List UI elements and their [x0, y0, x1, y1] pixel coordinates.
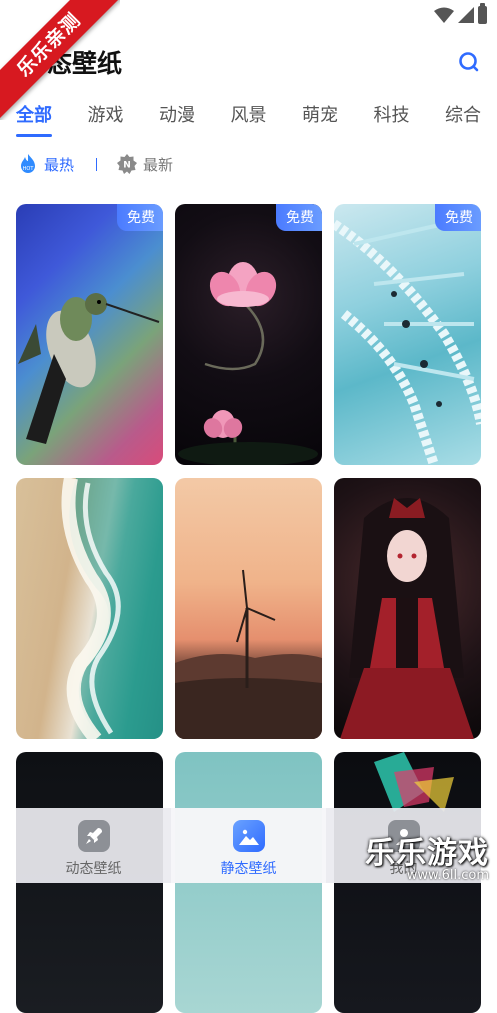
- tab-anime[interactable]: 动漫: [159, 101, 195, 137]
- wifi-icon: [434, 7, 454, 23]
- wallpaper-card-hummingbird[interactable]: 免费: [16, 204, 163, 465]
- beach-wave-image: [61, 478, 163, 739]
- free-badge: 免费: [435, 204, 481, 231]
- search-button[interactable]: [457, 50, 481, 74]
- search-icon: [459, 52, 479, 72]
- nav-live-wallpaper[interactable]: 动态壁纸: [16, 808, 171, 883]
- nav-static-wallpaper-label: 静态壁纸: [220, 861, 277, 877]
- watermark: 乐乐游戏 www.6ll.com: [365, 828, 489, 883]
- sort-hot[interactable]: HOT 最热: [18, 153, 74, 175]
- sort-row: HOT 最热 N 最新: [18, 152, 173, 176]
- nav-live-wallpaper-label: 动态壁纸: [65, 861, 122, 877]
- sort-hot-label: 最热: [44, 155, 75, 174]
- sort-new-label: 最新: [143, 155, 174, 174]
- svg-text:HOT: HOT: [23, 166, 35, 172]
- signal-icon: [458, 7, 474, 23]
- image-icon: [232, 820, 265, 852]
- tab-tech[interactable]: 科技: [374, 101, 410, 137]
- wallpaper-card-wind-turbine[interactable]: [175, 478, 322, 739]
- wallpaper-card-dna[interactable]: 免费: [334, 204, 481, 465]
- battery-icon: [478, 3, 487, 24]
- hummingbird-image: [18, 293, 160, 444]
- lotus-image: [178, 262, 318, 465]
- new-badge-icon: N: [117, 154, 138, 174]
- tab-general[interactable]: 综合: [445, 101, 481, 137]
- ribbon-label: 乐乐亲测: [0, 0, 120, 120]
- nav-static-wallpaper[interactable]: 静态壁纸: [171, 808, 326, 883]
- dna-helix-image: [334, 219, 481, 465]
- svg-text:N: N: [123, 161, 131, 171]
- hot-flame-icon: HOT: [21, 154, 35, 173]
- free-badge: 免费: [276, 204, 322, 231]
- tab-scenery[interactable]: 风景: [231, 101, 267, 137]
- corner-ribbon: 乐乐亲测: [0, 0, 120, 120]
- status-icons: [434, 3, 487, 24]
- sort-new[interactable]: N 最新: [117, 154, 173, 175]
- wind-turbine-image: [175, 569, 322, 739]
- rocket-icon: [77, 820, 110, 852]
- wallpaper-card-beach[interactable]: [16, 478, 163, 739]
- wallpaper-card-lotus[interactable]: 免费: [175, 204, 322, 465]
- sort-divider: [96, 157, 98, 171]
- watermark-title: 乐乐游戏: [365, 836, 489, 871]
- wallpaper-card-gothic-girl[interactable]: [334, 478, 481, 739]
- gothic-girl-image: [340, 498, 474, 739]
- free-badge: 免费: [117, 204, 163, 231]
- tab-pets[interactable]: 萌宠: [302, 101, 338, 137]
